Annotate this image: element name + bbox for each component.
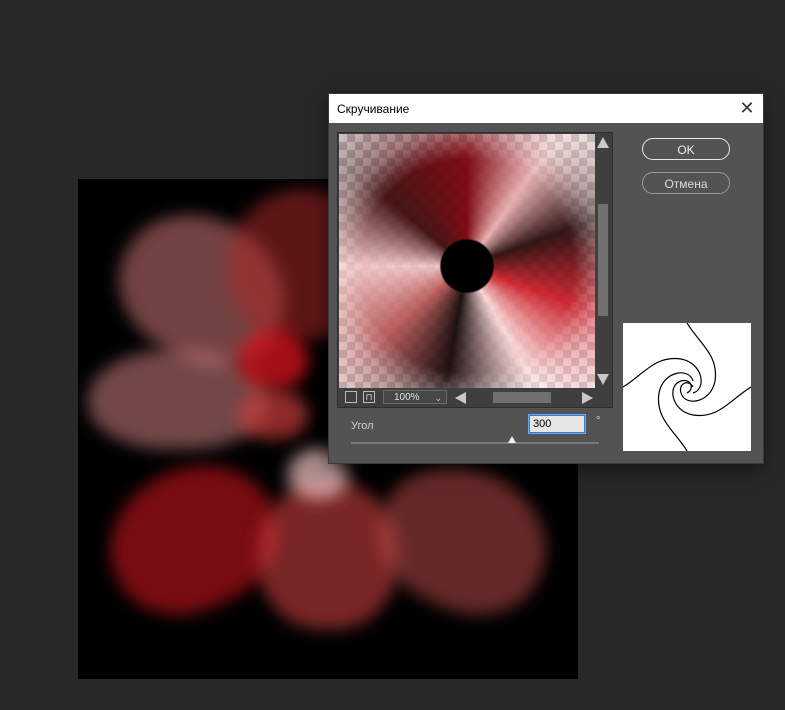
zoom-value: 100% [394,392,420,403]
preview-toolbar: ⊓ 100% ⌄ [339,389,611,406]
artwork-petal [258,479,398,629]
artwork-petal [356,439,570,639]
scroll-thumb[interactable] [493,392,551,403]
scroll-up-icon[interactable] [597,137,609,148]
preview-horizontal-scrollbar[interactable] [451,390,597,405]
angle-slider[interactable] [351,436,599,444]
twirl-diagram-preview [623,323,751,451]
twirl-preview-image [339,134,595,388]
scroll-right-icon[interactable] [582,392,593,404]
dialog-titlebar[interactable]: Скручивание ✕ [329,94,763,123]
close-icon[interactable]: ✕ [737,98,757,118]
degree-unit: ° [596,415,601,427]
dialog-title: Скручивание [337,102,410,116]
angle-input[interactable]: 300 [528,414,586,434]
angle-label: Угол [351,420,374,432]
zoom-select[interactable]: 100% ⌄ [383,390,447,404]
filter-preview[interactable] [339,134,595,388]
scroll-left-icon[interactable] [455,392,466,404]
zoom-in-icon[interactable]: ⊓ [363,391,375,403]
chevron-down-icon: ⌄ [434,393,442,403]
ok-button[interactable]: OK [642,138,730,160]
slider-thumb[interactable] [508,436,517,443]
artwork-petal [238,329,308,389]
scroll-down-icon[interactable] [597,374,609,385]
cancel-button[interactable]: Отмена [642,172,730,194]
artwork-petal [238,389,308,439]
twirl-dialog: Скручивание ✕ ⊓ 100% ⌄ OK Отмена Угол 30… [329,94,763,463]
preview-panel: ⊓ 100% ⌄ [337,132,613,408]
scroll-thumb[interactable] [598,204,608,316]
zoom-out-icon[interactable] [345,391,357,403]
preview-vertical-scrollbar[interactable] [596,134,610,388]
